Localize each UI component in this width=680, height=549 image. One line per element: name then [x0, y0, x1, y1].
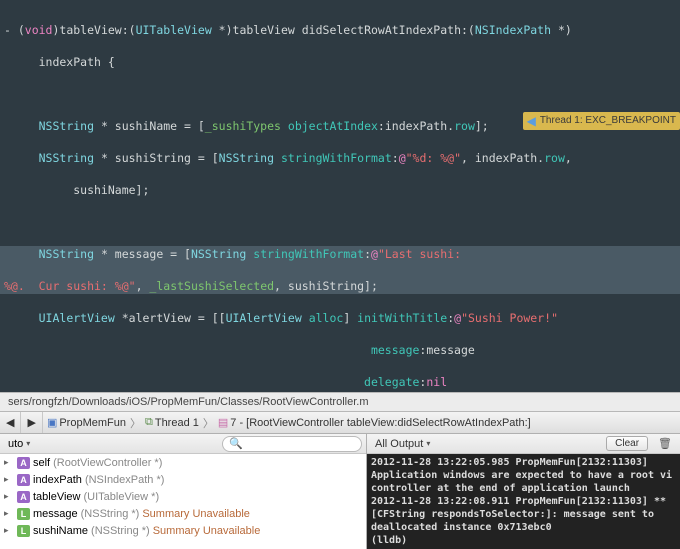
history-forward-button[interactable]: ▶ [21, 412, 42, 433]
disclosure-triangle-icon[interactable]: ▸ [4, 457, 14, 468]
variable-kind-badge: A [17, 457, 30, 469]
thread-icon: ⧉ [145, 416, 153, 429]
history-back-button[interactable]: ◀ [0, 412, 21, 433]
frame-crumb[interactable]: ▤ 7 - [RootViewController tableView:didS… [214, 416, 535, 429]
variable-kind-badge: L [17, 525, 30, 537]
project-crumb[interactable]: ▣ PropMemFun [43, 416, 130, 429]
chevron-right-icon: 〉 [203, 415, 214, 431]
disclosure-triangle-icon[interactable]: ▸ [4, 508, 14, 519]
variable-name: tableView [33, 491, 81, 503]
arrow-left-icon: ◀ [527, 113, 536, 129]
file-path-bar: sers/rongfzh/Downloads/iOS/PropMemFun/Cl… [0, 392, 680, 412]
variable-name: message [33, 508, 78, 520]
variable-row[interactable]: ▸Aself (RootViewController *) [0, 454, 366, 471]
variable-row[interactable]: ▸Lmessage (NSString *) Summary Unavailab… [0, 505, 366, 522]
console-output[interactable]: 2012-11-28 13:22:05.985 PropMemFun[2132:… [367, 454, 680, 549]
chevron-right-icon: ▶ [27, 416, 35, 429]
variable-summary: Summary Unavailable [153, 525, 261, 537]
search-icon: 🔍 [229, 437, 243, 450]
variable-name: indexPath [33, 474, 82, 486]
debug-area: uto ▾ 🔍 ▸Aself (RootViewController *) ▸A… [0, 434, 680, 549]
disclosure-triangle-icon[interactable]: ▸ [4, 474, 14, 485]
variables-scope-popup[interactable]: uto ▾ [4, 436, 34, 452]
highlighted-line: NSString * message = [NSString stringWit… [0, 246, 680, 294]
trash-icon[interactable]: 🗑 [654, 437, 676, 450]
variable-type: (NSString *) [91, 525, 150, 537]
file-path: sers/rongfzh/Downloads/iOS/PropMemFun/Cl… [6, 396, 371, 408]
variable-type: (UITableView *) [84, 491, 160, 503]
variable-name: self [33, 457, 50, 469]
variable-row[interactable]: ▸AtableView (UITableView *) [0, 488, 366, 505]
chevron-updown-icon: ▾ [26, 439, 30, 448]
code-editor[interactable]: - (void)tableView:(UITableView *)tableVi… [0, 0, 680, 392]
chevron-right-icon: 〉 [130, 415, 141, 431]
thread-crumb[interactable]: ⧉ Thread 1 [141, 416, 203, 429]
variable-type: (NSIndexPath *) [85, 474, 164, 486]
chevron-updown-icon: ▾ [426, 439, 430, 448]
variables-view[interactable]: uto ▾ 🔍 ▸Aself (RootViewController *) ▸A… [0, 434, 367, 549]
console-filter-popup[interactable]: All Output ▾ [371, 436, 434, 452]
variable-kind-badge: A [17, 491, 30, 503]
variable-name: sushiName [33, 525, 88, 537]
disclosure-triangle-icon[interactable]: ▸ [4, 525, 14, 536]
variables-header: uto ▾ 🔍 [0, 434, 366, 454]
clear-button[interactable]: Clear [606, 436, 648, 451]
variables-search-input[interactable]: 🔍 [222, 436, 362, 452]
frame-icon: ▤ [218, 416, 228, 429]
variable-kind-badge: A [17, 474, 30, 486]
variable-row[interactable]: ▸LsushiName (NSString *) Summary Unavail… [0, 522, 366, 539]
debug-navigator-bar: ◀ ▶ ▣ PropMemFun 〉 ⧉ Thread 1 〉 ▤ 7 - [R… [0, 412, 680, 434]
project-icon: ▣ [47, 416, 57, 429]
variable-summary: Summary Unavailable [142, 508, 250, 520]
console-view[interactable]: All Output ▾ Clear 🗑 2012-11-28 13:22:05… [367, 434, 680, 549]
variable-kind-badge: L [17, 508, 30, 520]
code: - ( [4, 23, 25, 37]
variable-row[interactable]: ▸AindexPath (NSIndexPath *) [0, 471, 366, 488]
variable-type: (RootViewController *) [53, 457, 162, 469]
variable-type: (NSString *) [81, 508, 140, 520]
chevron-left-icon: ◀ [6, 416, 14, 429]
disclosure-triangle-icon[interactable]: ▸ [4, 491, 14, 502]
breakpoint-indicator[interactable]: ◀Thread 1: EXC_BREAKPOINT [523, 112, 680, 130]
console-header: All Output ▾ Clear 🗑 [367, 434, 680, 454]
